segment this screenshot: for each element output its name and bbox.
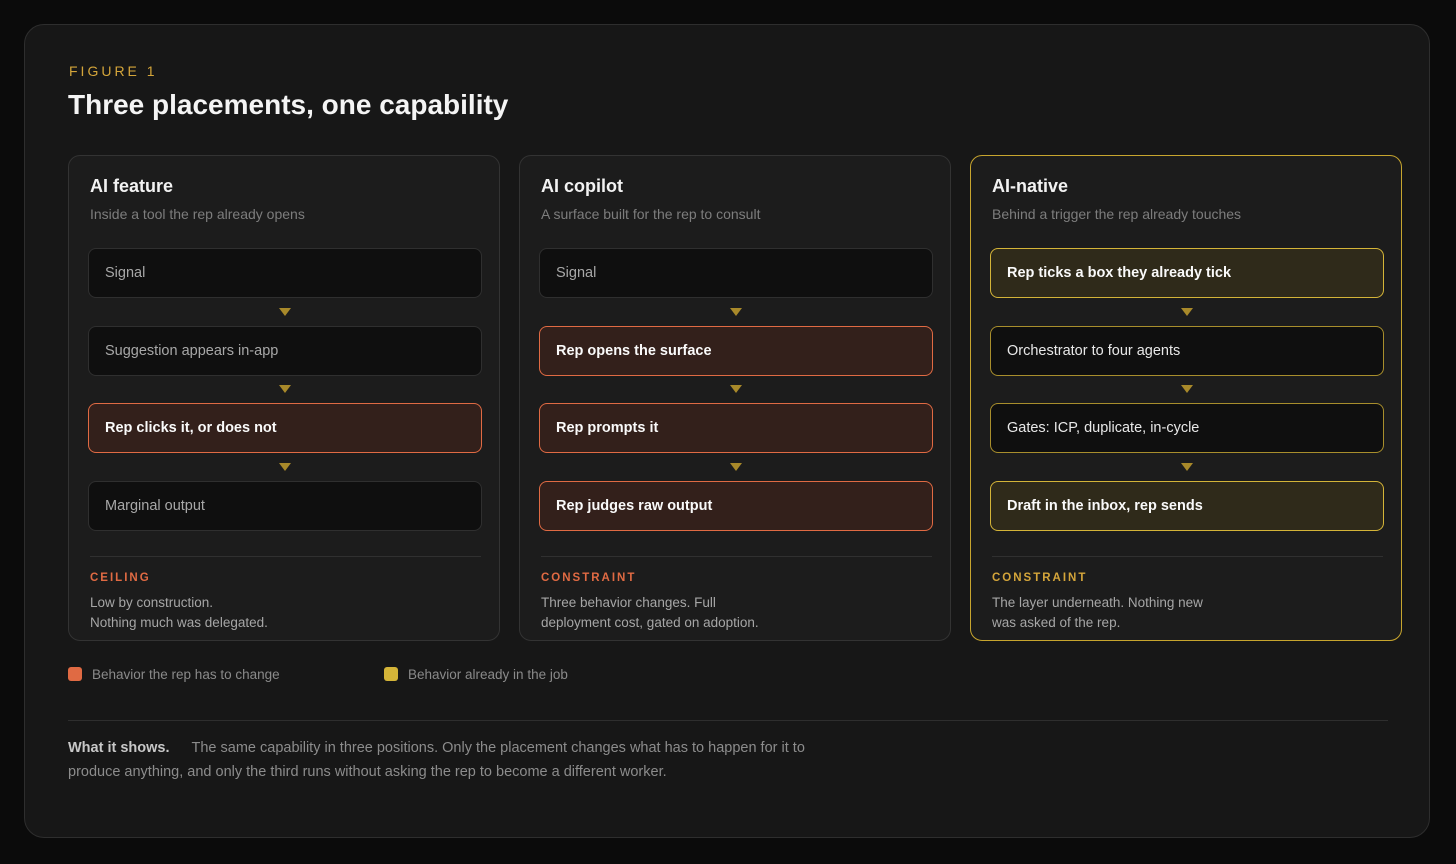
card-divider [992,556,1383,557]
card-title: AI-native [992,176,1069,196]
legend-swatch-gold [384,667,398,682]
flow-arrow-icon [279,385,291,393]
card-ai-feature: AI feature Inside a tool the rep already… [68,155,500,641]
card-title: AI copilot [541,176,623,196]
flow-arrow-icon [730,385,742,393]
card-subtitle: Behind a trigger the rep already touches [992,206,1242,222]
footer-line: Nothing much was delegated. [90,615,268,630]
legend-item-change: Behavior the rep has to change [68,667,280,683]
what-it-shows-text: The same capability in three positions. … [68,740,805,780]
flow-step-rep-prompts: Rep prompts it [539,403,933,453]
flow-arrow-icon [1181,308,1193,316]
flow-arrow-icon [1181,385,1193,393]
flow-step-output: Marginal output [88,481,482,531]
flow-step-rep-opens: Rep opens the surface [539,326,933,376]
ceiling-label: CEILING [90,572,151,584]
legend-label: Behavior the rep has to change [92,667,280,682]
section-divider [68,720,1388,721]
constraint-text: Three behavior changes. Full deployment … [541,593,841,633]
flow-step-rep-ticks: Rep ticks a box they already tick [990,248,1384,298]
card-divider [541,556,932,557]
flow-arrow-icon [730,463,742,471]
flow-step-draft: Draft in the inbox, rep sends [990,481,1384,531]
flow-step-signal: Signal [88,248,482,298]
footer-line: was asked of the rep. [992,615,1121,630]
flow-step-rep-clicks: Rep clicks it, or does not [88,403,482,453]
footer-line: Three behavior changes. Full [541,595,716,610]
ceiling-text: Low by construction. Nothing much was de… [90,593,390,633]
what-it-shows: What it shows. The same capability in thr… [68,736,838,784]
flow-step-suggestion: Suggestion appears in-app [88,326,482,376]
figure-title: Three placements, one capability [68,89,509,120]
flow-arrow-icon [730,308,742,316]
card-divider [90,556,481,557]
card-title: AI feature [90,176,174,196]
what-it-shows-heading: What it shows. [68,740,170,756]
flow-step-gates: Gates: ICP, duplicate, in-cycle [990,403,1384,453]
figure-eyebrow: FIGURE 1 [69,63,158,79]
flow-step-rep-judges: Rep judges raw output [539,481,933,531]
legend-swatch-orange [68,667,82,682]
legend-label: Behavior already in the job [408,667,568,682]
flow-arrow-icon [1181,463,1193,471]
constraint-label: CONSTRAINT [541,572,637,584]
footer-line: The layer underneath. Nothing new [992,595,1203,610]
flow-arrow-icon [279,308,291,316]
card-subtitle: A surface built for the rep to consult [541,206,761,222]
figure-panel: FIGURE 1 Three placements, one capabilit… [24,24,1430,838]
flow-arrow-icon [279,463,291,471]
constraint-text: The layer underneath. Nothing new was as… [992,593,1292,633]
card-subtitle: Inside a tool the rep already opens [90,206,305,222]
constraint-label: CONSTRAINT [992,572,1088,584]
card-ai-copilot: AI copilot A surface built for the rep t… [519,155,951,641]
legend-item-job: Behavior already in the job [384,667,568,683]
flow-step-orchestrator: Orchestrator to four agents [990,326,1384,376]
card-ai-native: AI-native Behind a trigger the rep alrea… [970,155,1402,641]
footer-line: deployment cost, gated on adoption. [541,615,759,630]
flow-step-signal: Signal [539,248,933,298]
footer-line: Low by construction. [90,595,214,610]
